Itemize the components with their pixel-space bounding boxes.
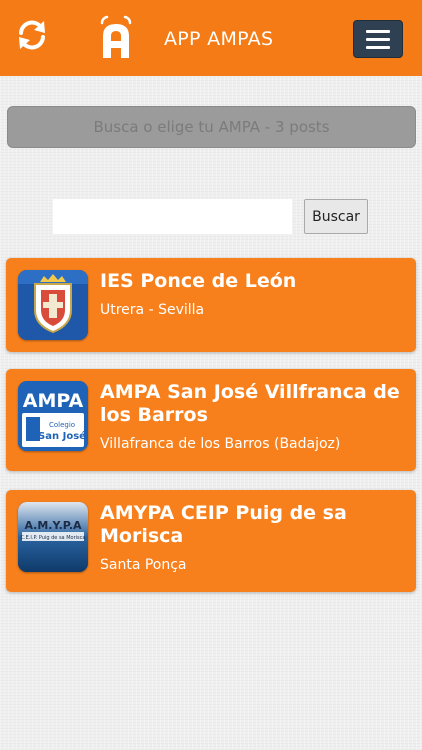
refresh-button[interactable] — [14, 16, 50, 54]
card-title: AMYPA CEIP Puig de sa Morisca — [100, 502, 347, 547]
card-title: AMPA San José Villfranca de los Barros — [100, 381, 400, 426]
app-header: APP AMPAS — [0, 0, 422, 76]
list-item[interactable]: AMPA Colegio San José AMPA San José Vill… — [6, 369, 416, 471]
card-subtitle: Villafranca de los Barros (Badajoz) — [100, 436, 341, 452]
card-thumbnail: AMPA Colegio San José — [18, 381, 88, 451]
menu-button[interactable] — [353, 20, 403, 58]
svg-text:AMPA: AMPA — [23, 390, 84, 412]
svg-text:C.E.I.P. Puig de sa Morisca: C.E.I.P. Puig de sa Morisca — [21, 535, 86, 541]
card-title: IES Ponce de León — [100, 270, 297, 292]
refresh-icon — [19, 20, 45, 50]
school-crest-icon — [18, 270, 88, 340]
ampa-logo-icon: AMPA Colegio San José — [18, 381, 88, 451]
hamburger-menu-icon — [366, 29, 390, 33]
svg-text:Colegio: Colegio — [49, 421, 75, 429]
hamburger-menu-icon-bar — [366, 45, 390, 49]
app-logo — [94, 14, 138, 62]
card-subtitle: Utrera - Sevilla — [100, 302, 205, 318]
list-item[interactable]: IES Ponce de León Utrera - Sevilla — [6, 258, 416, 352]
svg-text:San José: San José — [38, 430, 86, 442]
amypa-logo-icon: A.M.Y.P.A C.E.I.P. Puig de sa Morisca — [18, 502, 88, 572]
list-item[interactable]: A.M.Y.P.A C.E.I.P. Puig de sa Morisca AM… — [6, 490, 416, 592]
posts-banner: Busca o elige tu AMPA - 3 posts — [7, 106, 416, 148]
hamburger-menu-icon-bar — [366, 37, 390, 41]
card-thumbnail — [18, 270, 88, 340]
card-subtitle: Santa Ponça — [100, 557, 187, 573]
search-button[interactable]: Buscar — [304, 199, 368, 234]
app-logo-icon — [100, 15, 132, 58]
app-title: APP AMPAS — [164, 28, 274, 50]
search-input[interactable] — [53, 199, 292, 234]
card-thumbnail: A.M.Y.P.A C.E.I.P. Puig de sa Morisca — [18, 502, 88, 572]
svg-text:A.M.Y.P.A: A.M.Y.P.A — [24, 519, 82, 532]
